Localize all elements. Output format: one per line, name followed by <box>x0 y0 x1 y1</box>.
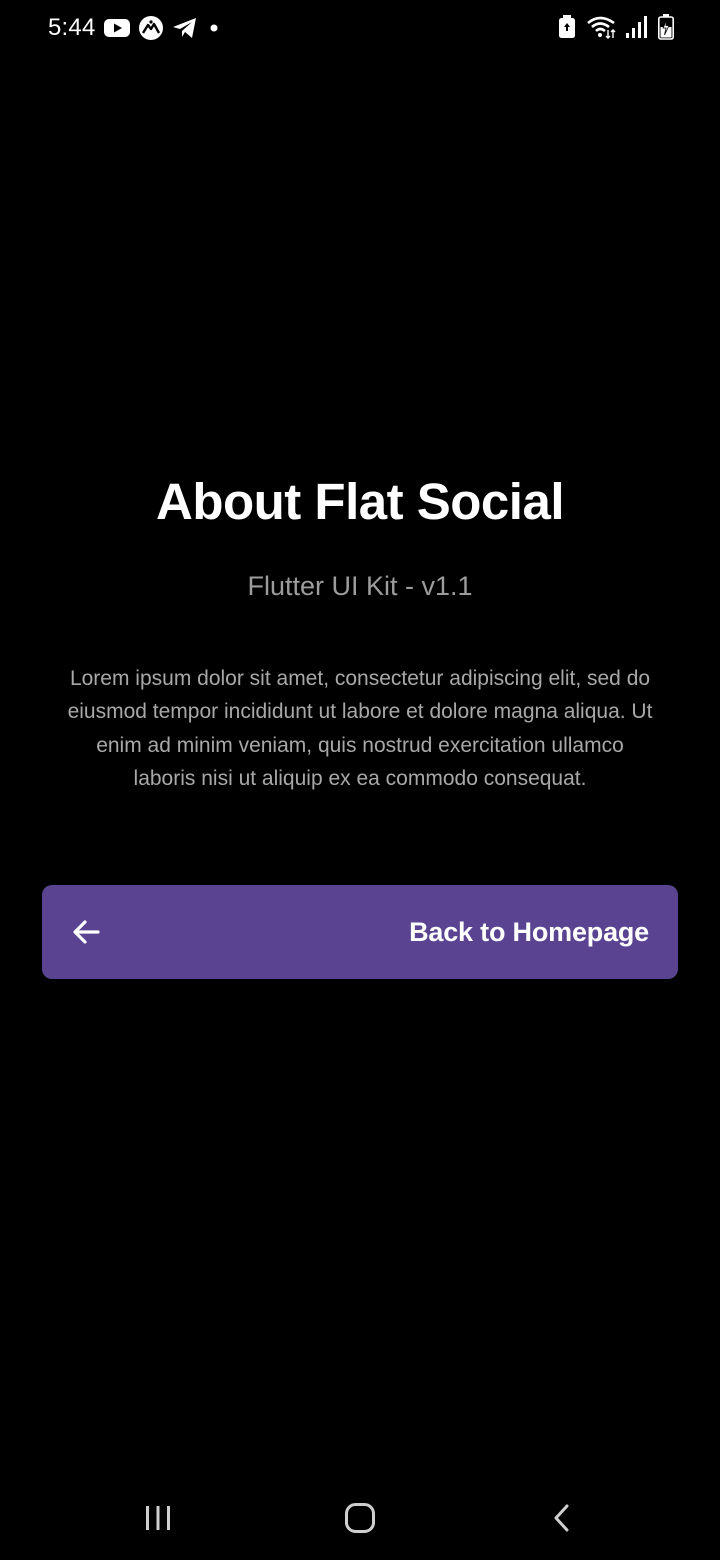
back-to-homepage-label: Back to Homepage <box>409 917 649 947</box>
back-to-homepage-button[interactable]: Back to Homepage <box>42 885 678 979</box>
status-time: 5:44 <box>48 14 96 41</box>
page-title: About Flat Social <box>155 473 565 530</box>
status-bar-right <box>558 12 674 42</box>
recents-icon <box>143 1504 173 1532</box>
home-button[interactable] <box>330 1498 390 1538</box>
back-icon <box>552 1503 572 1533</box>
page-subtitle: Flutter UI Kit - v1.1 <box>247 571 473 601</box>
about-screen: 5:44 About Flat Social Flutter UI Kit - … <box>0 0 720 1560</box>
youtube-icon <box>103 18 130 38</box>
recents-button[interactable] <box>128 1498 188 1538</box>
telegram-icon <box>172 16 198 40</box>
wifi-icon <box>586 15 616 39</box>
battery-icon <box>658 14 674 40</box>
back-nav-button[interactable] <box>532 1498 592 1538</box>
about-description: Lorem ipsum dolor sit amet, consectetur … <box>67 667 653 791</box>
status-bar: 5:44 <box>0 0 720 56</box>
arrow-left-icon <box>72 918 102 946</box>
home-icon <box>344 1502 376 1534</box>
dot-icon <box>206 20 222 36</box>
battery-saver-icon <box>558 15 576 39</box>
navigation-bar <box>0 1480 720 1560</box>
signal-icon <box>626 15 648 39</box>
status-bar-left: 5:44 <box>48 10 222 46</box>
app-icon <box>138 15 164 41</box>
